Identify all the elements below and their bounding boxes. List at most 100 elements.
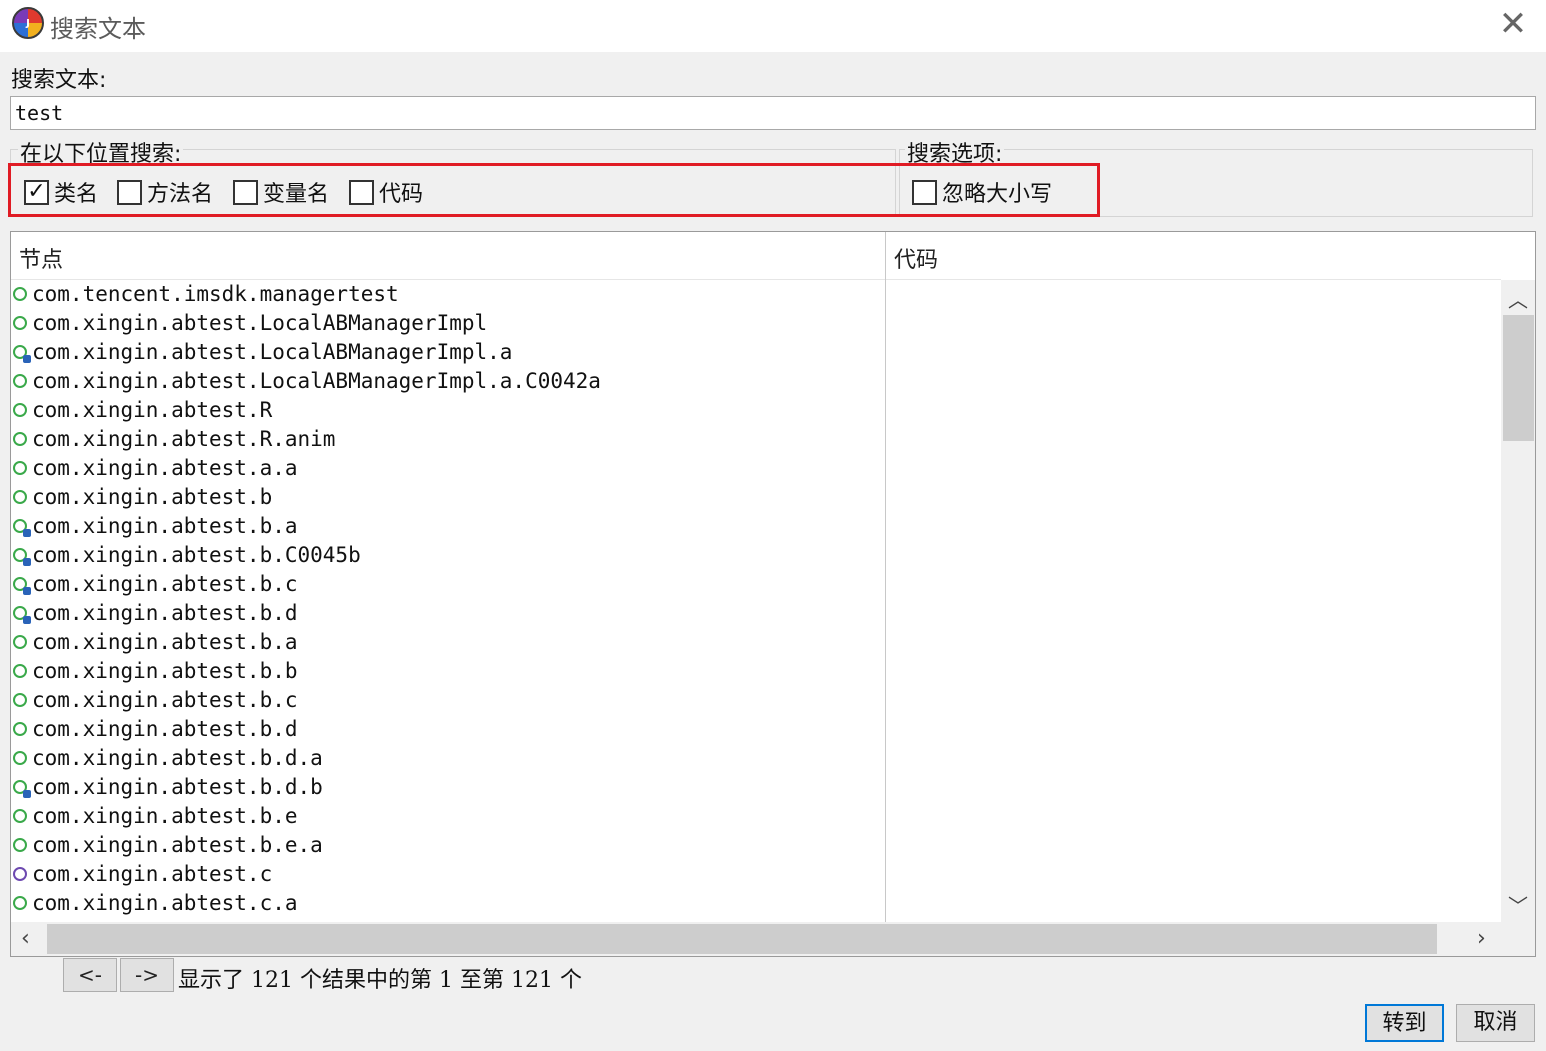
result-row-text: com.xingin.abtest.b — [32, 484, 273, 509]
checkbox-variable-name[interactable]: 变量名 — [233, 176, 329, 208]
checkbox-box[interactable] — [912, 179, 937, 205]
result-row[interactable]: com.xingin.abtest.b.d — [11, 598, 885, 627]
result-row-text: com.xingin.abtest.b.a — [32, 513, 298, 538]
result-row-text: com.xingin.abtest.b.e.a — [32, 832, 323, 857]
results-rows: com.tencent.imsdk.managertest com.xingin.… — [11, 279, 885, 922]
result-row[interactable]: com.xingin.abtest.R — [11, 395, 885, 424]
class-icon — [13, 837, 27, 852]
class-icon — [13, 402, 27, 417]
class-icon — [13, 721, 27, 736]
result-row-text: com.xingin.abtest.b.c — [32, 687, 298, 712]
column-divider[interactable] — [885, 232, 886, 922]
result-row[interactable]: com.xingin.abtest.b.C0045b — [11, 540, 885, 569]
result-row[interactable]: com.xingin.abtest.b.d.b — [11, 772, 885, 801]
results-table: 节点 代码 com.tencent.imsdk.managertest com.x… — [10, 231, 1536, 957]
result-row[interactable]: com.xingin.abtest.b.e — [11, 801, 885, 830]
result-row-text: com.tencent.imsdk.managertest — [32, 281, 399, 306]
inner-class-icon — [13, 344, 31, 363]
class-icon — [13, 808, 27, 823]
class-icon — [13, 634, 27, 649]
next-page-button[interactable]: -> — [120, 958, 174, 992]
horizontal-scroll-thumb[interactable] — [47, 924, 1437, 954]
inner-class-icon — [13, 576, 31, 595]
result-row[interactable]: com.xingin.abtest.b.d.a — [11, 743, 885, 772]
result-row[interactable]: com.xingin.abtest.LocalABManagerImpl.a — [11, 337, 885, 366]
class-icon — [13, 692, 27, 707]
result-row[interactable]: com.xingin.abtest.LocalABManagerImpl.a.C… — [11, 366, 885, 395]
checkbox-label: 变量名 — [263, 182, 330, 207]
result-row[interactable]: com.xingin.abtest.b.a — [11, 511, 885, 540]
result-row[interactable]: com.xingin.abtest.a.a — [11, 453, 885, 482]
checkbox-ignore-case[interactable]: 忽略大小写 — [912, 176, 1052, 208]
result-row[interactable]: com.xingin.abtest.b.c — [11, 685, 885, 714]
checkbox-box[interactable] — [117, 179, 142, 205]
result-row-text: com.xingin.abtest.b.C0045b — [32, 542, 361, 567]
inner-class-icon — [13, 605, 31, 624]
result-row-text: com.xingin.abtest.b.a — [32, 629, 298, 654]
result-row-text: com.xingin.abtest.b.e — [32, 803, 298, 828]
checkbox-label: 忽略大小写 — [942, 182, 1053, 207]
search-input[interactable] — [10, 96, 1536, 130]
result-row-text: com.xingin.abtest.a.a — [32, 455, 298, 480]
inner-class-icon — [13, 779, 31, 798]
scroll-right-icon[interactable]: › — [1477, 926, 1486, 951]
class-icon — [13, 373, 27, 388]
checkbox-code[interactable]: 代码 — [349, 176, 423, 208]
result-row[interactable]: com.tencent.imsdk.managertest — [11, 279, 885, 308]
class-icon — [13, 431, 27, 446]
result-row[interactable]: com.xingin.abtest.b — [11, 482, 885, 511]
result-row[interactable]: com.xingin.abtest.R.anim — [11, 424, 885, 453]
window-title: 搜索文本 — [50, 15, 146, 43]
checkbox-box[interactable] — [349, 179, 374, 205]
result-row-text: com.xingin.abtest.c.a — [32, 890, 298, 915]
jadx-logo-icon: J — [12, 7, 44, 39]
checkbox-label: 方法名 — [147, 182, 214, 207]
vertical-scrollbar[interactable]: ︿ ﹀ — [1501, 280, 1535, 922]
result-row-text: com.xingin.abtest.LocalABManagerImpl — [32, 310, 488, 335]
horizontal-scrollbar[interactable]: ‹ › — [11, 922, 1535, 956]
result-row[interactable]: com.xingin.abtest.b.e.a — [11, 830, 885, 859]
result-row[interactable]: com.xingin.abtest.b.a — [11, 627, 885, 656]
class-icon — [13, 460, 27, 475]
checkbox-box[interactable] — [233, 179, 258, 205]
class-icon — [13, 286, 27, 301]
inner-class-icon — [13, 518, 31, 537]
result-row-text: com.xingin.abtest.b.b — [32, 658, 298, 683]
column-header-node[interactable]: 节点 — [11, 232, 885, 280]
result-row-text: com.xingin.abtest.R — [32, 397, 273, 422]
result-row[interactable]: com.xingin.abtest.c.a — [11, 888, 885, 917]
inner-class-icon — [13, 547, 31, 566]
close-button[interactable]: ✕ — [1490, 4, 1536, 44]
vertical-scroll-thumb[interactable] — [1503, 315, 1534, 441]
column-header-code[interactable]: 代码 — [886, 232, 1501, 280]
result-row-text: com.xingin.abtest.b.d — [32, 600, 298, 625]
result-row-text: com.xingin.abtest.LocalABManagerImpl.a.C… — [32, 368, 601, 393]
cancel-button[interactable]: 取消 — [1456, 1004, 1535, 1042]
interface-icon — [13, 866, 27, 881]
goto-button[interactable]: 转到 — [1365, 1004, 1444, 1042]
result-row-text: com.xingin.abtest.b.d.b — [32, 774, 323, 799]
result-row[interactable]: com.xingin.abtest.b.b — [11, 656, 885, 685]
class-icon — [13, 663, 27, 678]
checkbox-label: 类名 — [54, 182, 99, 207]
scroll-up-icon[interactable]: ︿ — [1501, 284, 1535, 313]
result-row-text: com.xingin.abtest.c — [32, 861, 273, 886]
checkbox-label: 代码 — [379, 182, 424, 207]
result-row[interactable]: com.xingin.abtest.c — [11, 859, 885, 888]
result-row[interactable]: com.xingin.abtest.b.d — [11, 714, 885, 743]
search-options-legend: 搜索选项: — [905, 136, 1005, 168]
result-row[interactable]: com.xingin.abtest.b.c — [11, 569, 885, 598]
checkbox-box[interactable]: ✓ — [24, 179, 49, 205]
search-label: 搜索文本: — [11, 68, 107, 93]
checkbox-class-name[interactable]: ✓ 类名 — [24, 176, 98, 208]
class-icon — [13, 315, 27, 330]
prev-page-button[interactable]: <- — [63, 958, 117, 992]
checkbox-method-name[interactable]: 方法名 — [117, 176, 213, 208]
result-row-text: com.xingin.abtest.LocalABManagerImpl.a — [32, 339, 513, 364]
class-icon — [13, 895, 27, 910]
scroll-down-icon[interactable]: ﹀ — [1501, 890, 1535, 919]
result-row-text: com.xingin.abtest.R.anim — [32, 426, 336, 451]
search-location-legend: 在以下位置搜索: — [18, 136, 184, 168]
result-row[interactable]: com.xingin.abtest.LocalABManagerImpl — [11, 308, 885, 337]
scroll-left-icon[interactable]: ‹ — [21, 926, 30, 951]
